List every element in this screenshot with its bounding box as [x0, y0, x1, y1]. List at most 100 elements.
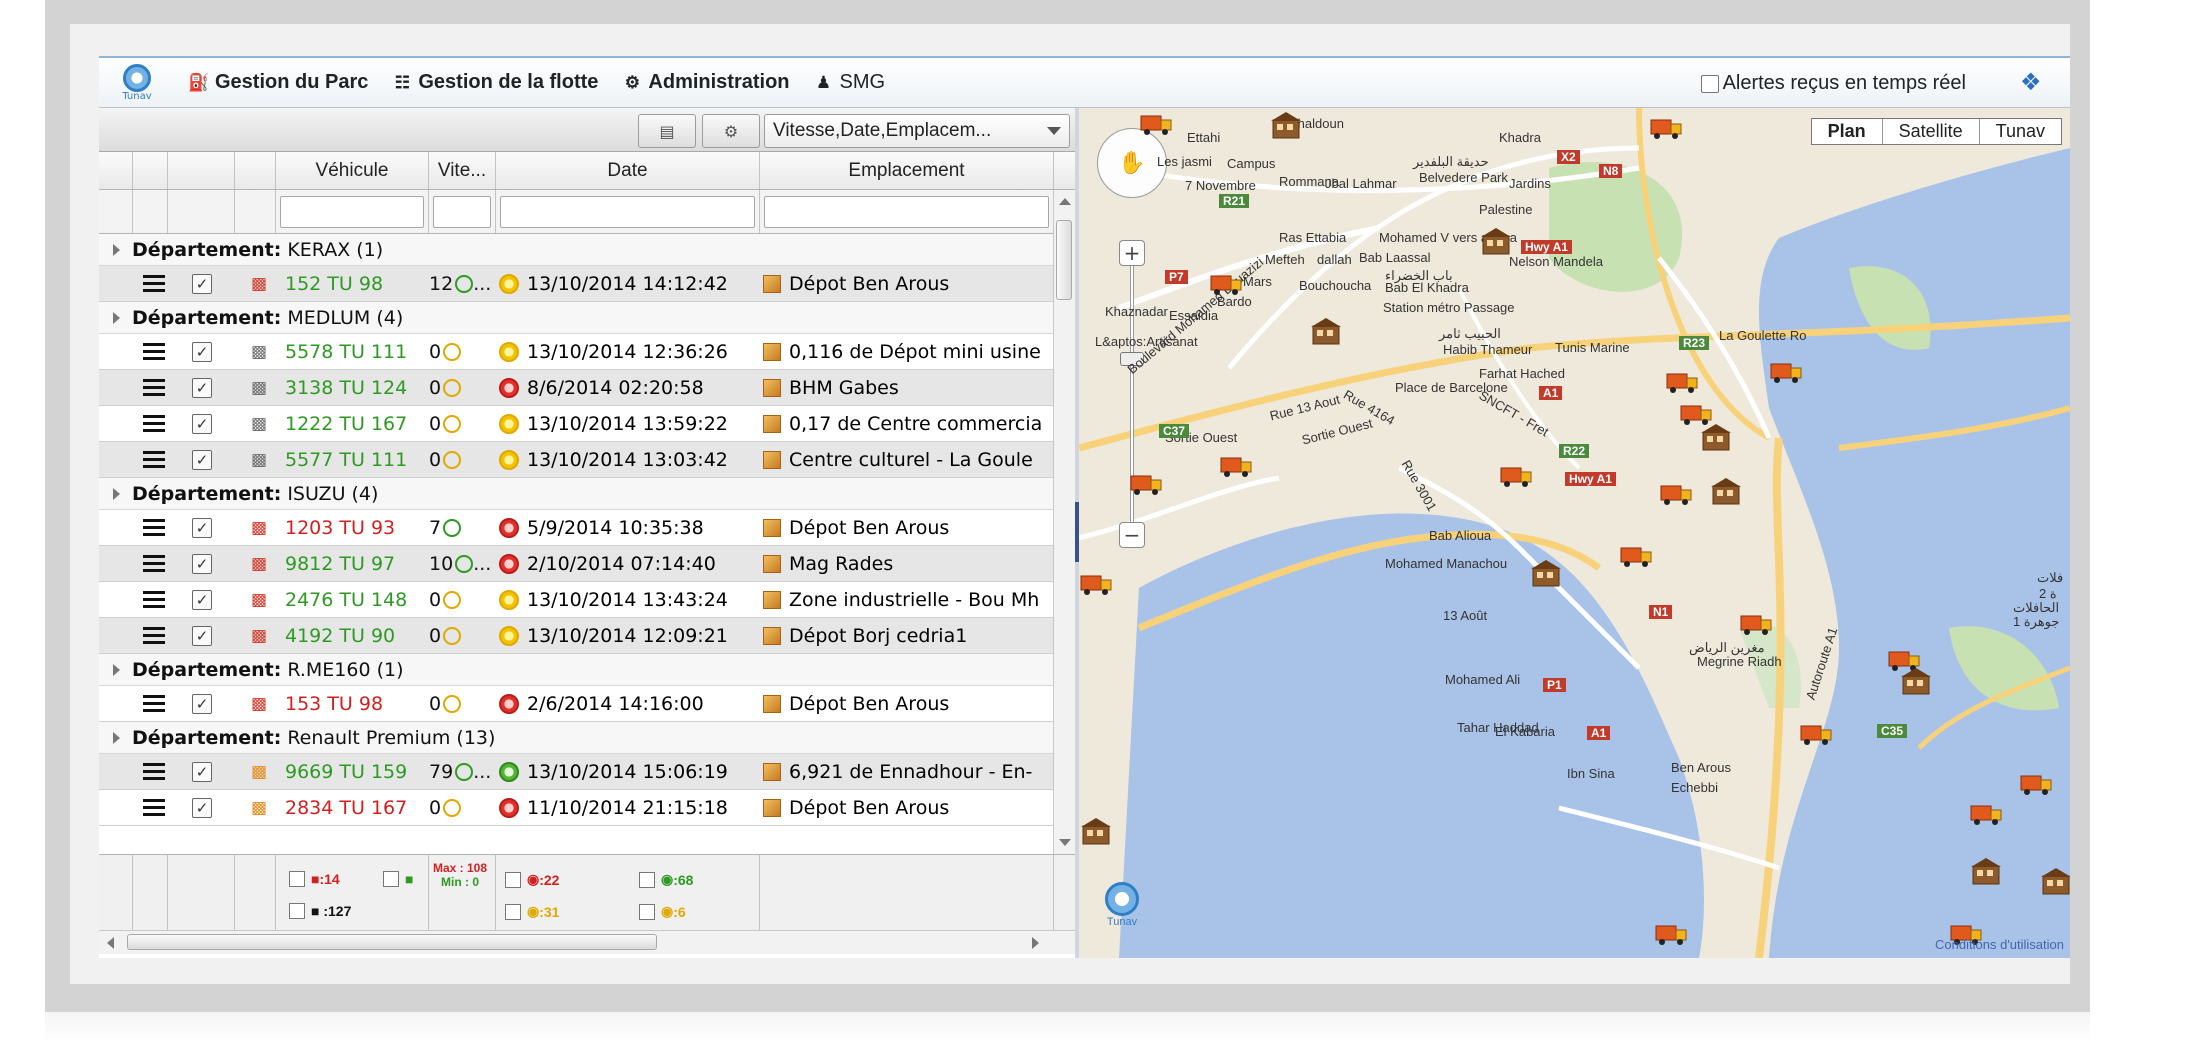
vehicle-row[interactable]: ✓ ▩ 3138 TU 124 0 8/6/2014 02:20:58 BHM Gabes — [99, 370, 1055, 406]
menu-gestion-de-la-flotte[interactable]: ☷ Gestion de la flotte — [392, 71, 599, 94]
department-group-row[interactable]: Département: KERAX (1) — [99, 234, 1055, 266]
truck-marker-icon[interactable] — [1665, 366, 1699, 396]
row-menu-icon[interactable] — [141, 406, 167, 441]
green-vehicles-checkbox[interactable] — [383, 871, 399, 887]
row-menu-icon[interactable] — [141, 618, 167, 653]
row-menu-icon[interactable] — [141, 686, 167, 721]
row-checkbox[interactable]: ✓ — [192, 790, 214, 825]
settings-button[interactable]: ⚙ — [702, 114, 760, 148]
col-header-date[interactable]: Date — [496, 152, 760, 189]
depot-marker-icon[interactable] — [2039, 868, 2070, 898]
alerts-checkbox[interactable] — [1700, 74, 1719, 93]
columns-select[interactable]: Vitesse,Date,Emplacem... — [764, 114, 1070, 148]
row-checkbox[interactable]: ✓ — [192, 406, 214, 441]
scroll-up-icon[interactable] — [1059, 198, 1071, 205]
scroll-right-icon[interactable] — [1032, 937, 1039, 949]
location-filter-input[interactable] — [764, 195, 1049, 228]
vehicle-filter-input[interactable] — [280, 195, 424, 228]
zoom-out-button[interactable]: − — [1119, 522, 1145, 548]
truck-marker-icon[interactable] — [1079, 568, 1113, 598]
clock-red-checkbox[interactable] — [505, 871, 521, 888]
map-type-tunav[interactable]: Tunav — [1980, 119, 2061, 144]
vehicle-plate[interactable]: 5578 TU 111 — [285, 334, 425, 369]
depot-marker-icon[interactable] — [1529, 560, 1563, 590]
truck-marker-icon[interactable] — [1129, 468, 1163, 498]
row-checkbox[interactable]: ✓ — [192, 266, 214, 301]
red-vehicles-filter[interactable]: ■ :14 — [289, 871, 340, 887]
row-menu-icon[interactable] — [141, 334, 167, 369]
menu-user[interactable]: ♟ SMG — [814, 71, 885, 94]
map-type-satellite[interactable]: Satellite — [1883, 119, 1980, 144]
realtime-alerts-toggle[interactable]: Alertes reçus en temps réel — [1700, 72, 1966, 95]
col-header-location[interactable]: Emplacement — [760, 152, 1054, 189]
vehicle-row[interactable]: ✓ ▩ 9812 TU 97 10... 2/10/2014 07:14:40 Mag R… — [99, 546, 1055, 582]
scroll-left-icon[interactable] — [107, 937, 114, 949]
department-group-row[interactable]: Département: MEDLUM (4) — [99, 302, 1055, 334]
vehicle-plate[interactable]: 153 TU 98 — [285, 686, 425, 721]
truck-marker-icon[interactable] — [1969, 798, 2003, 828]
zoom-in-button[interactable]: + — [1119, 240, 1145, 266]
row-menu-icon[interactable] — [141, 582, 167, 617]
terms-link[interactable]: Conditions d'utilisation — [1935, 937, 2064, 952]
truck-marker-icon[interactable] — [1219, 450, 1253, 480]
truck-marker-icon[interactable] — [1499, 460, 1533, 490]
department-group-row[interactable]: Département: Renault Premium (13) — [99, 722, 1055, 754]
clock-green-filter[interactable]: ◉ :68 — [639, 871, 693, 888]
vehicle-plate[interactable]: 152 TU 98 — [285, 266, 425, 301]
vehicle-plate[interactable]: 1203 TU 93 — [285, 510, 425, 545]
row-checkbox[interactable]: ✓ — [192, 582, 214, 617]
row-menu-icon[interactable] — [141, 370, 167, 405]
vehicle-row[interactable]: ✓ ▩ 1203 TU 93 7 5/9/2014 10:35:38 Dépot Ben … — [99, 510, 1055, 546]
row-menu-icon[interactable] — [141, 442, 167, 477]
all-vehicles-filter[interactable]: ■ :127 — [289, 903, 351, 919]
vehicle-plate[interactable]: 4192 TU 90 — [285, 618, 425, 653]
menu-administration[interactable]: ⚙ Administration — [622, 71, 790, 94]
truck-marker-icon[interactable] — [1139, 108, 1173, 138]
truck-marker-icon[interactable] — [1739, 608, 1773, 638]
scroll-down-icon[interactable] — [1059, 839, 1071, 846]
row-checkbox[interactable]: ✓ — [192, 618, 214, 653]
green-vehicles-filter[interactable]: ■ — [383, 871, 413, 887]
vehicle-plate[interactable]: 2834 TU 167 — [285, 790, 425, 825]
vehicle-row[interactable]: ✓ ▩ 5578 TU 111 0 13/10/2014 12:36:26 0,116 d… — [99, 334, 1055, 370]
truck-marker-icon[interactable] — [1649, 112, 1683, 142]
truck-marker-icon[interactable] — [1659, 478, 1693, 508]
vehicle-row[interactable]: ✓ ▩ 2476 TU 148 0 13/10/2014 13:43:24 Zone in… — [99, 582, 1055, 618]
clock-green-checkbox[interactable] — [639, 871, 655, 888]
pin-panel-icon[interactable]: ❖ — [2020, 68, 2042, 98]
row-menu-icon[interactable] — [141, 266, 167, 301]
scroll-thumb[interactable] — [1056, 220, 1072, 300]
row-checkbox[interactable]: ✓ — [192, 334, 214, 369]
vehicle-row[interactable]: ✓ ▩ 5577 TU 111 0 13/10/2014 13:03:42 Centre … — [99, 442, 1055, 478]
depot-marker-icon[interactable] — [1479, 228, 1513, 258]
row-checkbox[interactable]: ✓ — [192, 686, 214, 721]
vehicle-row[interactable]: ✓ ▩ 4192 TU 90 0 13/10/2014 12:09:21 Dépot Bo… — [99, 618, 1055, 654]
expand-triangle-icon[interactable] — [113, 243, 120, 256]
vehicle-row[interactable]: ✓ ▩ 1222 TU 167 0 13/10/2014 13:59:22 0,17 de… — [99, 406, 1055, 442]
map-view[interactable]: Plan Satellite Tunav ✋ + − Khaldoun Ettah… — [1079, 108, 2070, 958]
app-logo[interactable]: Tunav — [109, 58, 165, 108]
department-group-row[interactable]: Département: R.ME160 (1) — [99, 654, 1055, 686]
speed-filter-input[interactable] — [433, 195, 491, 228]
row-menu-icon[interactable] — [141, 510, 167, 545]
truck-marker-icon[interactable] — [1799, 718, 1833, 748]
expand-triangle-icon[interactable] — [113, 487, 120, 500]
clock-red-filter[interactable]: ◉ :22 — [505, 871, 559, 888]
vehicle-plate[interactable]: 2476 TU 148 — [285, 582, 425, 617]
vehicle-plate[interactable]: 1222 TU 167 — [285, 406, 425, 441]
columns-button[interactable]: ▤ — [638, 114, 696, 148]
expand-triangle-icon[interactable] — [113, 311, 120, 324]
red-vehicles-checkbox[interactable] — [289, 871, 305, 887]
depot-marker-icon[interactable] — [1269, 112, 1303, 142]
depot-marker-icon[interactable] — [1969, 858, 2003, 888]
row-checkbox[interactable]: ✓ — [192, 442, 214, 477]
depot-marker-icon[interactable] — [1709, 478, 1743, 508]
date-filter-input[interactable] — [500, 195, 755, 228]
row-checkbox[interactable]: ✓ — [192, 370, 214, 405]
all-vehicles-checkbox[interactable] — [289, 903, 305, 919]
truck-marker-icon[interactable] — [1654, 918, 1688, 948]
depot-marker-icon[interactable] — [1699, 424, 1733, 454]
truck-marker-icon[interactable] — [1769, 356, 1803, 386]
vehicle-row[interactable]: ✓ ▩ 152 TU 98 12... 13/10/2014 14:12:42 Dépot… — [99, 266, 1055, 302]
row-menu-icon[interactable] — [141, 546, 167, 581]
